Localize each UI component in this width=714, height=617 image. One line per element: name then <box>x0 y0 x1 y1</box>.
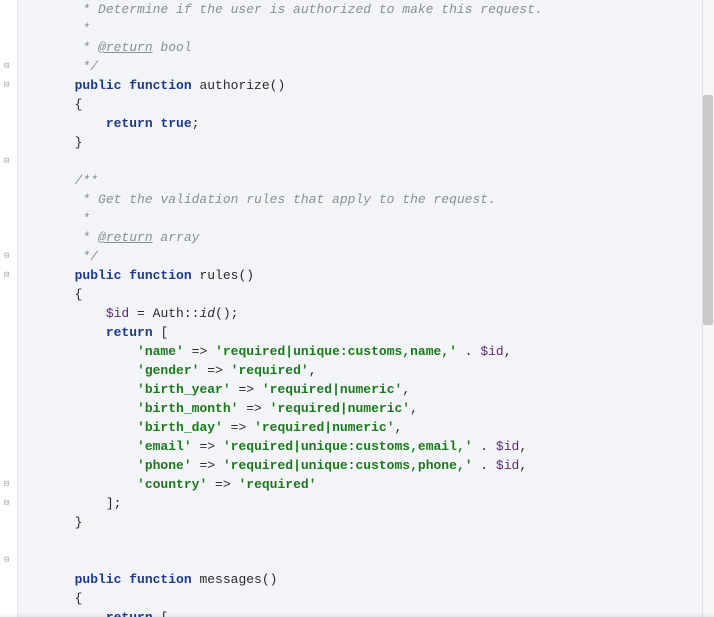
code-line[interactable]: */ <box>20 57 713 76</box>
code-line[interactable]: public function rules() <box>20 266 713 285</box>
code-line[interactable]: } <box>20 513 713 532</box>
code-line[interactable]: return [ <box>20 323 713 342</box>
code-line[interactable]: * @return array <box>20 228 713 247</box>
code-line[interactable]: public function messages() <box>20 570 713 589</box>
code-line[interactable]: 'birth_day' => 'required|numeric', <box>20 418 713 437</box>
code-editor[interactable]: ⊟ ⊟ ⊟ ⊟ ⊟ ⊟ ⊟ ⊟ * Determine if the user is auth… <box>0 0 714 617</box>
code-line[interactable]: { <box>20 285 713 304</box>
code-line[interactable]: /** <box>20 171 713 190</box>
code-line[interactable]: 'email' => 'required|unique:customs,emai… <box>20 437 713 456</box>
fold-marker-icon[interactable]: ⊟ <box>4 556 13 565</box>
code-line[interactable]: { <box>20 95 713 114</box>
fold-marker-icon[interactable]: ⊟ <box>4 81 13 90</box>
vertical-scrollbar-track[interactable] <box>702 0 714 617</box>
code-line[interactable]: */ <box>20 247 713 266</box>
code-line[interactable]: * <box>20 19 713 38</box>
fold-marker-icon[interactable]: ⊟ <box>4 62 13 71</box>
code-area[interactable]: * Determine if the user is authorized to… <box>18 0 713 617</box>
code-line[interactable]: public function authorize() <box>20 76 713 95</box>
code-line[interactable] <box>20 532 713 551</box>
code-line[interactable]: * Get the validation rules that apply to… <box>20 190 713 209</box>
code-line[interactable] <box>20 152 713 171</box>
bottom-shadow <box>0 613 714 617</box>
code-line[interactable]: 'birth_year' => 'required|numeric', <box>20 380 713 399</box>
code-line[interactable]: * <box>20 209 713 228</box>
fold-marker-icon[interactable]: ⊟ <box>4 499 13 508</box>
vertical-scrollbar-thumb[interactable] <box>703 95 713 325</box>
code-line[interactable]: 'gender' => 'required', <box>20 361 713 380</box>
code-line[interactable]: { <box>20 589 713 608</box>
code-line[interactable]: 'phone' => 'required|unique:customs,phon… <box>20 456 713 475</box>
fold-marker-icon[interactable]: ⊟ <box>4 157 13 166</box>
code-line[interactable]: 'country' => 'required' <box>20 475 713 494</box>
fold-marker-icon[interactable]: ⊟ <box>4 480 13 489</box>
code-line[interactable]: return true; <box>20 114 713 133</box>
code-line[interactable]: $id = Auth::id(); <box>20 304 713 323</box>
code-line[interactable]: 'birth_month' => 'required|numeric', <box>20 399 713 418</box>
code-line[interactable]: 'name' => 'required|unique:customs,name,… <box>20 342 713 361</box>
code-line[interactable]: } <box>20 133 713 152</box>
fold-marker-icon[interactable]: ⊟ <box>4 271 13 280</box>
fold-marker-icon[interactable]: ⊟ <box>4 252 13 261</box>
code-line[interactable]: * Determine if the user is authorized to… <box>20 0 713 19</box>
code-line[interactable]: ]; <box>20 494 713 513</box>
code-line[interactable]: * @return bool <box>20 38 713 57</box>
code-line[interactable] <box>20 551 713 570</box>
fold-gutter[interactable]: ⊟ ⊟ ⊟ ⊟ ⊟ ⊟ ⊟ ⊟ <box>0 0 18 617</box>
